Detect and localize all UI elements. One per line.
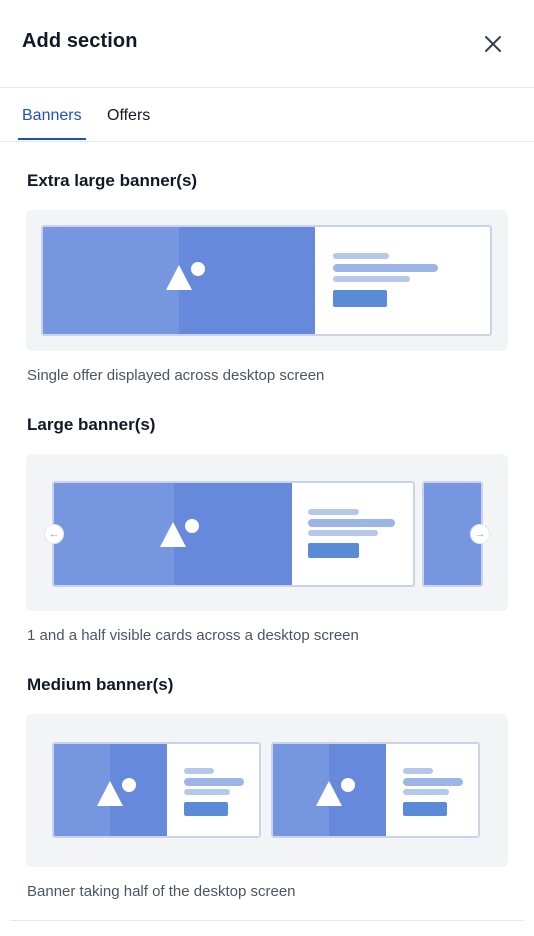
image-placeholder-icon [97, 778, 136, 806]
tab-banners[interactable]: Banners [22, 107, 82, 125]
section-description-large: 1 and a half visible cards across a desk… [27, 627, 359, 644]
section-title-large: Large banner(s) [27, 415, 156, 434]
image-placeholder-icon [166, 262, 205, 290]
banner-card [52, 742, 261, 838]
extra-large-banner-preview[interactable] [26, 210, 508, 351]
divider [10, 920, 524, 921]
dialog-title: Add section [22, 30, 138, 52]
section-description-extra-large: Single offer displayed across desktop sc… [27, 367, 325, 384]
large-banner-preview[interactable]: ← → [26, 454, 508, 611]
section-description-medium: Banner taking half of the desktop screen [27, 883, 296, 900]
image-placeholder-icon [160, 519, 199, 547]
tab-bar: Banners Offers [0, 88, 534, 142]
banner-card [41, 225, 492, 336]
medium-banner-preview[interactable] [26, 714, 508, 867]
tab-offers[interactable]: Offers [107, 107, 150, 125]
banner-card [271, 742, 480, 838]
image-placeholder-icon [316, 778, 355, 806]
chevron-right-icon[interactable]: → [470, 524, 490, 544]
chevron-left-icon[interactable]: ← [44, 524, 64, 544]
close-icon[interactable] [480, 31, 506, 57]
banner-card [52, 481, 415, 587]
dialog-header: Add section [0, 0, 534, 88]
active-tab-indicator [18, 138, 86, 140]
section-title-extra-large: Extra large banner(s) [27, 171, 198, 190]
section-title-medium: Medium banner(s) [27, 675, 174, 694]
